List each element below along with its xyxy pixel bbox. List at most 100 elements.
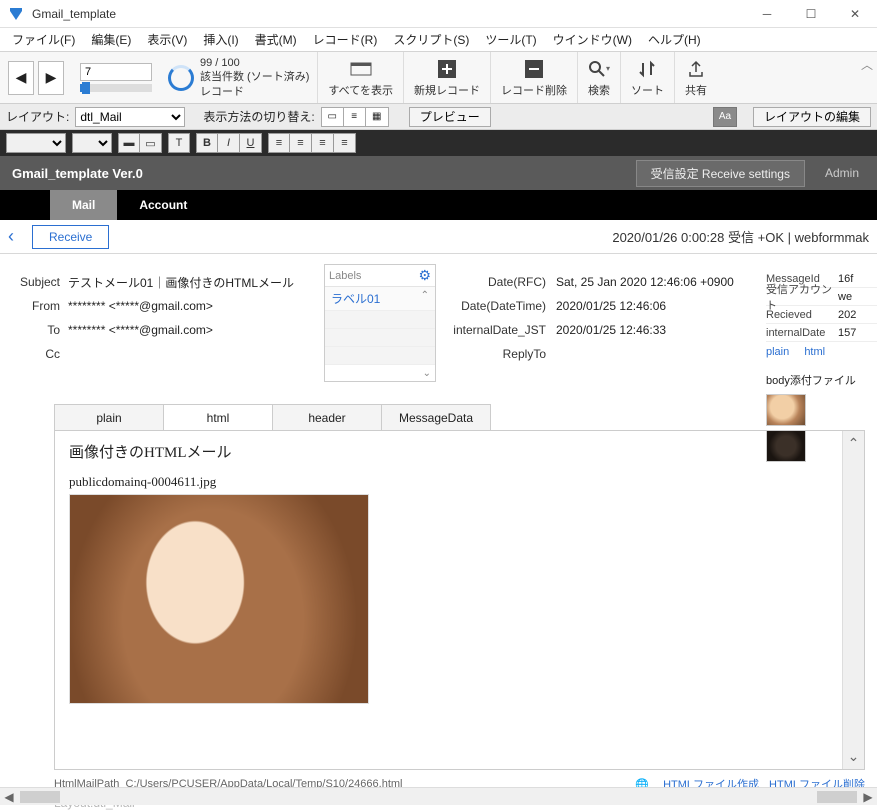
to-value: ******** <*****@gmail.com> — [68, 323, 314, 337]
receive-button[interactable]: Receive — [32, 225, 109, 249]
align-right-button[interactable]: ≡ — [312, 133, 334, 153]
app-logo-icon — [6, 4, 26, 24]
next-record-button[interactable]: ▶ — [38, 61, 64, 95]
body-scrollbar[interactable]: ⌃ ⌄ — [842, 431, 864, 769]
date-datetime-label: Date(DateTime) — [440, 299, 556, 313]
scroll-thumb[interactable] — [817, 791, 857, 803]
prev-record-button[interactable]: ◀ — [8, 61, 34, 95]
minimize-button[interactable]: ─ — [745, 0, 789, 28]
cc-label: Cc — [10, 347, 68, 361]
side-internaldate-label: internalDate — [766, 327, 838, 339]
body-tab-messagedata[interactable]: MessageData — [381, 404, 491, 430]
size-select[interactable] — [72, 133, 112, 153]
received-label: Recieved — [766, 309, 838, 321]
formatting-bar-toggle[interactable]: Aa — [713, 107, 737, 127]
app-header: Gmail_template Ver.0 受信設定 Receive settin… — [0, 156, 877, 190]
body-panel: 画像付きのHTMLメール publicdomainq-0004611.jpg ⌃… — [54, 430, 865, 770]
bold-button[interactable]: B — [196, 133, 218, 153]
label-blank-row — [325, 329, 435, 347]
tab-account[interactable]: Account — [117, 190, 209, 220]
mail-body-title: 画像付きのHTMLメール — [69, 441, 828, 462]
record-progress-icon — [168, 65, 194, 91]
menu-view[interactable]: 表示(V) — [139, 28, 195, 51]
action-row: ‹ Receive 2020/01/26 0:00:28 受信 +OK | we… — [0, 220, 877, 254]
layout-bar: レイアウト: dtl_Mail 表示方法の切り替え: ▭ ≡ ▦ プレビュー A… — [0, 104, 877, 130]
menu-help[interactable]: ヘルプ(H) — [640, 28, 709, 51]
body-tab-html[interactable]: html — [163, 404, 273, 430]
date-datetime-value: 2020/01/25 12:46:06 — [556, 299, 760, 313]
scroll-left-icon[interactable]: ◀ — [0, 790, 18, 804]
menu-format[interactable]: 書式(M) — [247, 28, 305, 51]
label-blank-row — [325, 311, 435, 329]
view-form-button[interactable]: ▭ — [322, 108, 344, 126]
scroll-down-icon[interactable]: ⌄ — [848, 748, 860, 765]
toolbar: ◀ ▶ 99 / 100 該当件数 (ソート済み) レコード すべてを表示 新規… — [0, 52, 877, 104]
scroll-thumb[interactable] — [20, 791, 60, 803]
menu-insert[interactable]: 挿入(I) — [195, 28, 246, 51]
chevron-down-icon[interactable]: ⌄ — [423, 368, 431, 379]
plain-view-link[interactable]: plain — [766, 346, 789, 358]
receive-account-value: we — [838, 291, 877, 303]
underline-button[interactable]: U — [240, 133, 262, 153]
align-justify-button[interactable]: ≡ — [334, 133, 356, 153]
show-all-button[interactable]: すべてを表示 — [317, 52, 403, 103]
body-tab-plain[interactable]: plain — [54, 404, 164, 430]
menu-script[interactable]: スクリプト(S) — [385, 28, 477, 51]
menu-record[interactable]: レコード(R) — [305, 28, 386, 51]
maximize-button[interactable]: ☐ — [789, 0, 833, 28]
menu-window[interactable]: ウインドウ(W) — [545, 28, 640, 51]
fill-color-button[interactable]: ▬ — [118, 133, 140, 153]
html-view-link[interactable]: html — [804, 346, 825, 358]
scroll-right-icon[interactable]: ▶ — [859, 790, 877, 804]
from-label: From — [10, 299, 68, 313]
labels-header: Labels — [329, 270, 361, 282]
admin-link[interactable]: Admin — [825, 166, 859, 180]
font-select[interactable] — [6, 133, 66, 153]
align-center-button[interactable]: ≡ — [290, 133, 312, 153]
window-title: Gmail_template — [32, 7, 745, 21]
menu-edit[interactable]: 編集(E) — [83, 28, 139, 51]
layout-label: レイアウト: — [6, 108, 69, 125]
date-rfc-value: Sat, 25 Jan 2020 12:46:06 +0900 — [556, 275, 760, 289]
share-button[interactable]: 共有 — [674, 52, 717, 103]
attachment-label: body添付ファイル — [766, 372, 877, 388]
label-blank-row — [325, 347, 435, 365]
toolbar-collapse-icon[interactable]: ︿ — [857, 52, 877, 103]
tab-mail[interactable]: Mail — [50, 190, 117, 220]
edit-layout-button[interactable]: レイアウトの編集 — [753, 107, 871, 127]
delete-record-button[interactable]: レコード削除 — [490, 52, 577, 103]
internaldate-value: 2020/01/25 12:46:33 — [556, 323, 760, 337]
label-item[interactable]: ラベル01⌃ — [325, 287, 435, 311]
view-table-button[interactable]: ▦ — [366, 108, 388, 126]
sort-button[interactable]: ソート — [620, 52, 674, 103]
preview-button[interactable]: プレビュー — [409, 107, 491, 127]
record-number-input[interactable] — [80, 63, 152, 81]
side-internaldate-value: 157 — [838, 327, 877, 339]
replyto-label: ReplyTo — [440, 347, 556, 361]
received-value: 202 — [838, 309, 877, 321]
new-record-button[interactable]: 新規レコード — [403, 52, 490, 103]
line-color-button[interactable]: ▭ — [140, 133, 162, 153]
align-left-button[interactable]: ≡ — [268, 133, 290, 153]
menu-file[interactable]: ファイル(F) — [4, 28, 83, 51]
layout-select[interactable]: dtl_Mail — [75, 107, 185, 127]
record-slider[interactable] — [80, 84, 152, 92]
search-button[interactable]: ▾ 検索 — [577, 52, 620, 103]
window-horizontal-scrollbar[interactable]: ◀ ▶ — [0, 787, 877, 805]
view-switch-label: 表示方法の切り替え: — [203, 108, 314, 125]
mail-image-filename: publicdomainq-0004611.jpg — [69, 474, 828, 490]
view-mode-buttons: ▭ ≡ ▦ — [321, 107, 389, 127]
labels-box: Labels ⚙ ラベル01⌃ ⌄ — [324, 264, 436, 382]
app-version-label: Gmail_template Ver.0 — [12, 166, 143, 181]
back-arrow-icon[interactable]: ‹ — [8, 226, 32, 247]
receive-settings-button[interactable]: 受信設定 Receive settings — [636, 160, 805, 187]
record-count-line3: レコード — [200, 85, 309, 99]
labels-gear-icon[interactable]: ⚙ — [418, 267, 431, 284]
scroll-up-icon[interactable]: ⌃ — [848, 435, 860, 452]
close-button[interactable]: ✕ — [833, 0, 877, 28]
text-color-button[interactable]: T — [168, 133, 190, 153]
italic-button[interactable]: I — [218, 133, 240, 153]
view-list-button[interactable]: ≡ — [344, 108, 366, 126]
body-tab-header[interactable]: header — [272, 404, 382, 430]
menu-tool[interactable]: ツール(T) — [477, 28, 544, 51]
